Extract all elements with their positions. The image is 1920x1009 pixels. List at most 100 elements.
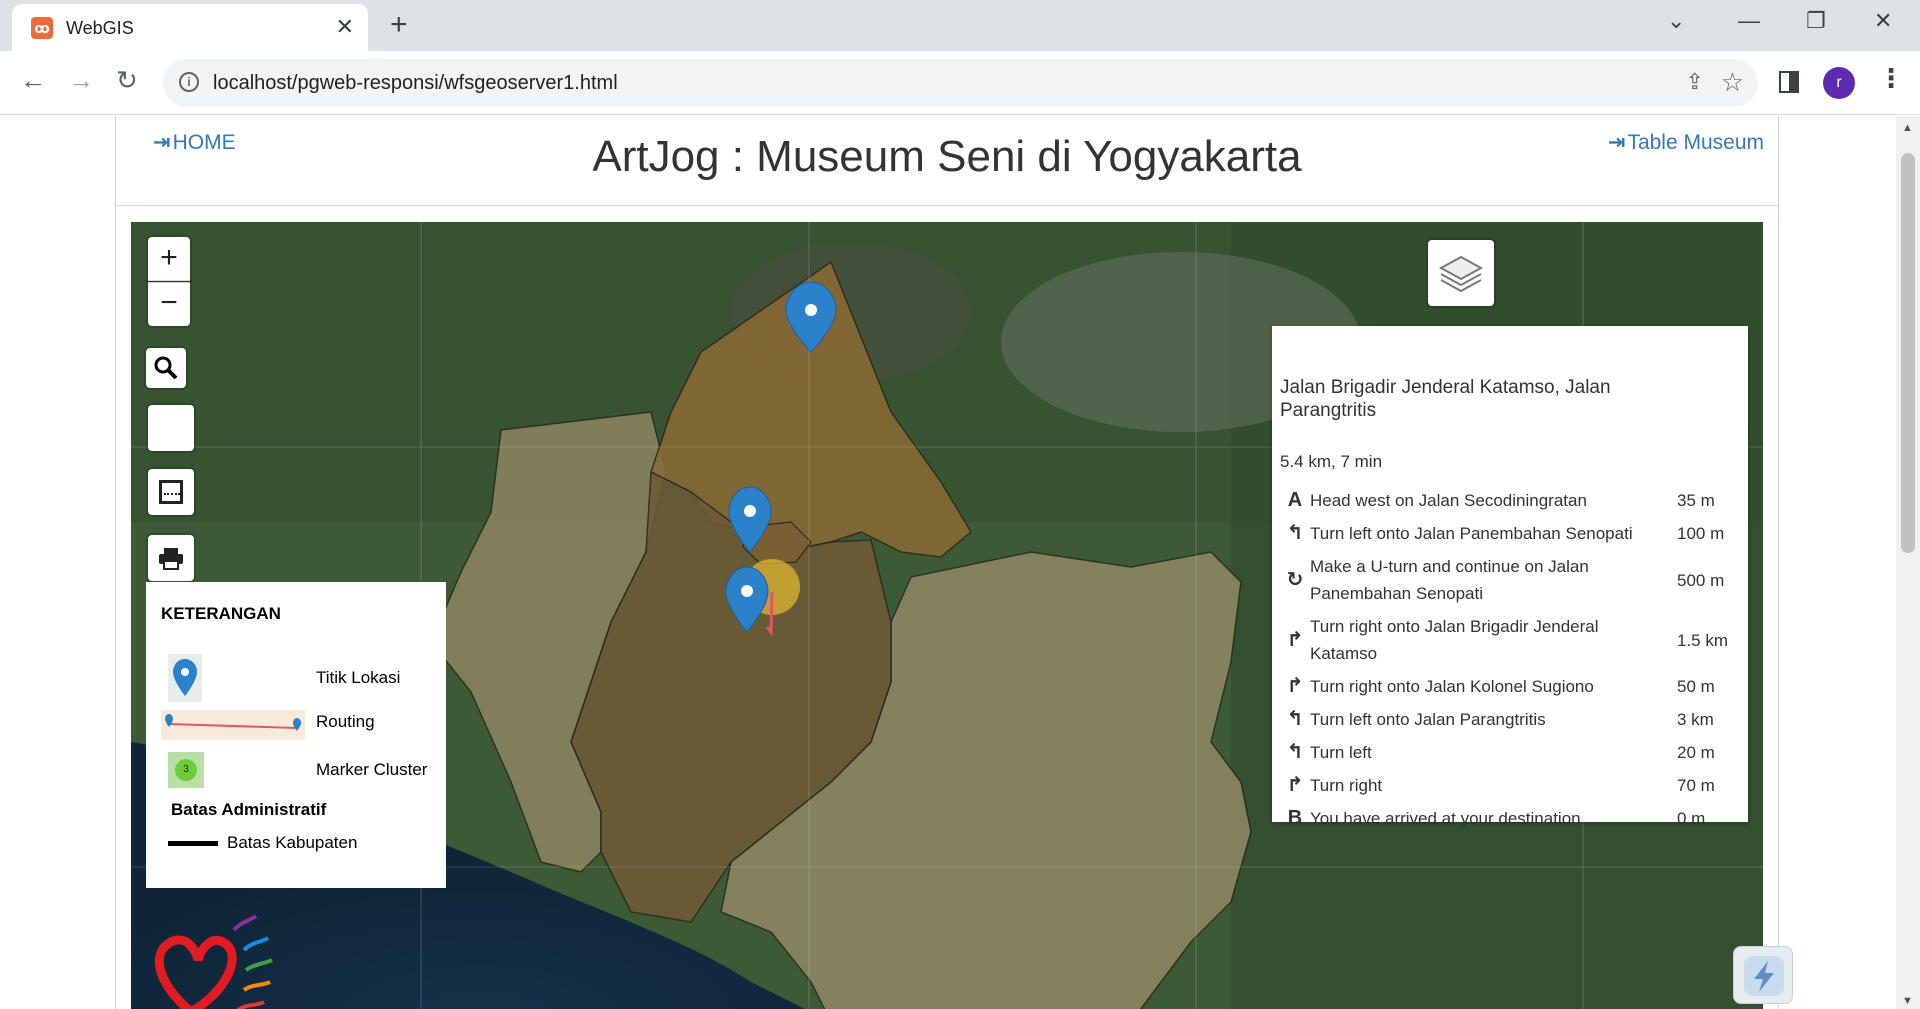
step-distance: 70 m [1677, 776, 1715, 795]
legend-marker-swatch [168, 654, 202, 702]
step-distance: 35 m [1677, 491, 1715, 510]
start-point-icon: A [1287, 489, 1303, 511]
tab-close-icon[interactable]: ✕ [336, 14, 354, 40]
scroll-up-arrow-icon[interactable]: ▲ [1902, 122, 1913, 134]
bookmark-star-icon[interactable]: ☆ [1721, 67, 1744, 98]
map-pin-icon [173, 659, 197, 696]
page-scrollbar[interactable]: ▲ ▼ [1896, 116, 1920, 1009]
end-point-icon: B [1287, 807, 1303, 829]
route-step[interactable]: ↻ Make a U-turn and continue on Jalan Pan… [1280, 550, 1740, 610]
table-museum-link-label: Table Museum [1627, 131, 1764, 154]
legend-subtitle: Batas Administratif [171, 800, 327, 819]
tab-title: WebGIS [66, 18, 134, 38]
step-text: Turn left onto Jalan Panembahan Senopati [1310, 524, 1633, 543]
step-text: Make a U-turn and continue on Jalan Pane… [1310, 557, 1589, 603]
layers-button[interactable] [1428, 240, 1494, 306]
reload-icon[interactable]: ↻ [116, 65, 138, 96]
ruler-icon [159, 480, 183, 504]
step-text: Turn left onto Jalan Parangtritis [1310, 710, 1546, 729]
step-text: Head west on Jalan Secodiningratan [1310, 491, 1587, 510]
step-text: Turn left [1310, 743, 1372, 762]
map-view[interactable]: + − KETERANGAN Titik Lokasi Routing 3 Ma… [131, 222, 1763, 1009]
legend-label-titik-lokasi: Titik Lokasi [316, 668, 401, 687]
route-step[interactable]: ↱ Turn right onto Jalan Brigadir Jenderal… [1280, 610, 1740, 670]
route-name: Jalan Brigadir Jenderal Katamso, Jalan P… [1280, 377, 1611, 421]
legend-cluster-swatch: 3 [168, 752, 204, 788]
step-distance: 1.5 km [1677, 630, 1729, 650]
tab-search-chevron-icon[interactable]: ⌄ [1667, 8, 1685, 34]
lightning-icon [1744, 956, 1784, 996]
scroll-down-arrow-icon[interactable]: ▼ [1902, 995, 1913, 1007]
table-museum-link[interactable]: ⇥Table Museum [1608, 130, 1764, 155]
layers-icon [1438, 255, 1484, 293]
route-step[interactable]: ↰ Turn left onto Jalan Parangtritis 3 km [1280, 703, 1740, 736]
web-page: ⇥HOME ArtJog : Museum Seni di Yogyakarta… [0, 116, 1896, 1009]
legend-label-marker-cluster: Marker Cluster [316, 760, 428, 779]
side-panel-icon[interactable] [1779, 71, 1799, 93]
legend-label-routing: Routing [316, 712, 375, 731]
extension-floating-button[interactable] [1733, 946, 1793, 1004]
legend-boundary-swatch [168, 841, 218, 846]
step-text: Turn right onto Jalan Brigadir Jenderal … [1310, 617, 1599, 663]
back-arrow-icon[interactable]: ← [20, 65, 46, 96]
legend-routing-swatch [161, 710, 305, 740]
close-window-icon[interactable]: ✕ [1874, 8, 1892, 34]
step-distance: 50 m [1677, 677, 1715, 696]
route-step[interactable]: B You have arrived at your destination 0 m [1280, 802, 1740, 835]
u-turn-icon: ↻ [1286, 568, 1304, 591]
zoom-in-button[interactable]: + [148, 237, 190, 281]
routing-directions-panel[interactable]: Jalan Brigadir Jenderal Katamso, Jalan P… [1272, 326, 1748, 829]
legend-label-batas-kabupaten: Batas Kabupaten [227, 833, 358, 852]
route-step[interactable]: A Head west on Jalan Secodiningratan 35 m [1280, 484, 1740, 517]
profile-avatar[interactable]: r [1823, 67, 1855, 99]
route-step[interactable]: ↱ Turn right onto Jalan Kolonel Sugiono 50… [1280, 670, 1740, 703]
step-text: Turn right [1310, 776, 1383, 795]
step-distance: 500 m [1677, 570, 1725, 590]
turn-right-icon: ↱ [1286, 675, 1304, 697]
browser-toolbar: ← → ↻ i localhost/pgweb-responsi/wfsgeos… [0, 51, 1920, 115]
step-distance: 3 km [1677, 710, 1714, 729]
zoom-out-button[interactable]: − [148, 282, 190, 326]
site-info-icon[interactable]: i [179, 72, 199, 92]
restore-window-icon[interactable]: ❐ [1806, 8, 1826, 34]
turn-left-icon: ↰ [1286, 708, 1304, 730]
route-line-icon [165, 714, 301, 731]
legend-title: KETERANGAN [161, 604, 281, 623]
step-distance: 100 m [1677, 524, 1725, 543]
page-header: ⇥HOME ArtJog : Museum Seni di Yogyakarta… [116, 116, 1778, 206]
url-text[interactable]: localhost/pgweb-responsi/wfsgeoserver1.h… [213, 72, 618, 95]
route-steps-table: A Head west on Jalan Secodiningratan 35 m … [1280, 484, 1740, 835]
xampp-favicon-icon: ꝏ [31, 17, 53, 39]
turn-left-icon: ↰ [1286, 522, 1304, 544]
artjog-logo-icon [154, 914, 273, 1009]
route-summary: 5.4 km, 7 min [1280, 452, 1383, 471]
route-step[interactable]: ↰ Turn left onto Jalan Panembahan Senopat… [1280, 517, 1740, 550]
kebab-menu-icon[interactable]: ⋮ [1878, 63, 1904, 94]
cluster-count-icon: 3 [175, 759, 197, 781]
forward-arrow-icon[interactable]: → [68, 65, 94, 96]
login-arrow-icon: ⇥ [1607, 131, 1626, 154]
turn-right-icon: ↱ [1286, 628, 1304, 651]
step-text: You have arrived at your destination [1310, 809, 1581, 828]
route-step[interactable]: ↱ Turn right 70 m [1280, 769, 1740, 802]
page-container: ⇥HOME ArtJog : Museum Seni di Yogyakarta… [115, 116, 1779, 1009]
share-icon[interactable]: ⇪ [1686, 69, 1704, 95]
step-distance: 20 m [1677, 743, 1715, 762]
print-button[interactable] [148, 535, 194, 581]
route-step[interactable]: ↰ Turn left 20 m [1280, 736, 1740, 769]
measure-button[interactable] [148, 469, 194, 515]
minimize-window-icon[interactable]: — [1738, 8, 1760, 34]
printer-icon [159, 548, 183, 570]
search-icon [154, 356, 178, 380]
browser-tab-strip: ꝏ WebGIS ✕ + ⌄ — ❐ ✕ [0, 0, 1920, 51]
step-text: Turn right onto Jalan Kolonel Sugiono [1310, 677, 1594, 696]
new-tab-button[interactable]: + [390, 8, 408, 42]
search-button[interactable] [146, 348, 186, 388]
step-distance: 0 m [1677, 809, 1706, 828]
scroll-thumb[interactable] [1901, 153, 1915, 553]
locate-button[interactable] [148, 405, 194, 451]
address-bar[interactable]: i localhost/pgweb-responsi/wfsgeoserver1… [163, 59, 1758, 107]
page-title: ArtJog : Museum Seni di Yogyakarta [592, 132, 1302, 181]
browser-tab[interactable]: ꝏ WebGIS ✕ [12, 4, 368, 51]
legend-panel: KETERANGAN Titik Lokasi Routing 3 Marker… [146, 582, 446, 888]
